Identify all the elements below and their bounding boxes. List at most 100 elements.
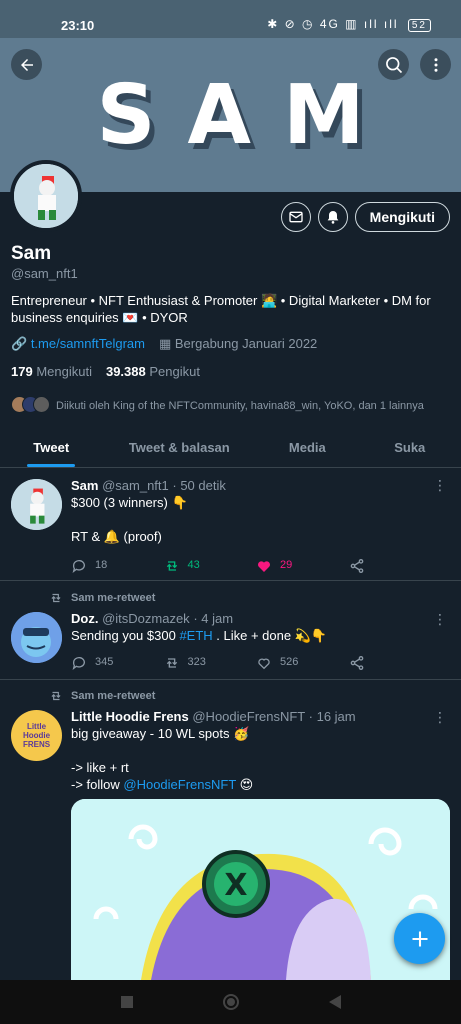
- tab-tweet-replies[interactable]: Tweet & balasan: [102, 428, 256, 467]
- retweet-icon: [51, 691, 61, 701]
- svg-text:X: X: [224, 868, 247, 903]
- compose-tweet-button[interactable]: [394, 913, 445, 964]
- search-button[interactable]: [378, 49, 409, 80]
- status-indicator-icons: ✱ ⊘ ◷ 4G ▥ ıll ıll: [267, 17, 399, 31]
- retweet-icon: [166, 560, 177, 571]
- profile-link[interactable]: t.me/samnftTelgram: [31, 336, 145, 351]
- tweet-time: · 50 detik: [172, 478, 226, 493]
- hoodie-illustration: X: [71, 799, 450, 980]
- tweet-text-part: -> follow: [71, 777, 124, 792]
- profile-name: Sam: [11, 243, 52, 264]
- tweet-media-image[interactable]: X: [71, 799, 450, 980]
- like-button[interactable]: 526: [256, 654, 349, 671]
- tweet-body: Sam @sam_nft1 · 50 detik $300 (3 winners…: [71, 477, 441, 574]
- reply-button[interactable]: 345: [71, 654, 164, 671]
- tweet-text: $300 (3 winners) 👇: [71, 495, 188, 510]
- tweet-time: · 16 jam: [308, 709, 356, 724]
- retweet-context: Sam me-retweet: [49, 591, 155, 605]
- followed-by-row[interactable]: Diikuti oleh King of the NFTCommunity, h…: [11, 396, 424, 416]
- message-button[interactable]: [280, 202, 311, 232]
- retweet-button[interactable]: 43: [164, 557, 257, 574]
- joined-date: Bergabung Januari 2022: [174, 336, 318, 351]
- following-count: 179: [11, 364, 33, 379]
- tweet-avatar[interactable]: Little Hoodie FRENS: [11, 710, 62, 761]
- followers-count: 39.388: [105, 364, 146, 379]
- recents-button[interactable]: [120, 996, 133, 1008]
- tweet-avatar[interactable]: [11, 612, 62, 663]
- tweet-text-part: . Like + done 💫👇: [212, 628, 328, 643]
- tweet-header: Little Hoodie Frens @HoodieFrensNFT · 16…: [71, 708, 441, 725]
- tweet-text: Sending you $300 #ETH . Like + done 💫👇: [71, 627, 441, 644]
- joined-group: ▦ Bergabung Januari 2022: [159, 336, 317, 352]
- tweet-actions: 345 323 526: [71, 654, 441, 671]
- back-button[interactable]: [11, 49, 42, 80]
- retweet-count: 323: [187, 656, 206, 668]
- avatar-illustration: [14, 164, 78, 228]
- share-button[interactable]: [349, 655, 442, 671]
- share-icon: [350, 655, 363, 670]
- tweet-time: · 4 jam: [193, 611, 234, 626]
- more-vertical-icon: [434, 57, 437, 72]
- status-time: 23:10: [61, 18, 95, 33]
- tweet-avatar[interactable]: [11, 479, 62, 530]
- tweet-body: Doz. @itsDozmazek · 4 jam Sending you $3…: [71, 610, 441, 671]
- link-icon: 🔗: [11, 336, 28, 351]
- mutual-avatars: [11, 396, 50, 416]
- like-count: 526: [280, 656, 299, 668]
- tweet-text-part: Sending you $300: [71, 628, 180, 643]
- following-button[interactable]: Mengikuti: [354, 202, 450, 232]
- banner-text: SAM: [96, 68, 397, 163]
- heart-filled-icon: [258, 560, 270, 572]
- tab-media[interactable]: Media: [256, 428, 358, 467]
- followers-count-link[interactable]: 39.388 Pengikut: [106, 364, 200, 379]
- follow-counts: 179 Mengikuti 39.388 Pengikut: [11, 364, 200, 379]
- following-label: Mengikuti: [36, 364, 92, 379]
- retweet-button[interactable]: 323: [164, 654, 257, 671]
- retweet-context-text: Sam me-retweet: [71, 690, 156, 702]
- tab-likes[interactable]: Suka: [359, 428, 461, 467]
- share-button[interactable]: [349, 558, 442, 574]
- tweet-author-name: Doz.: [71, 611, 99, 626]
- arrow-left-icon: [20, 58, 33, 71]
- avatar-illustration: [11, 612, 62, 663]
- overflow-menu-button[interactable]: [420, 49, 451, 80]
- tweet-item[interactable]: Sam me-retweet ⋮ Doz. @itsDozmazek · 4 j…: [0, 582, 461, 680]
- tweet-author-handle: @sam_nft1: [102, 478, 169, 493]
- retweet-context-text: Sam me-retweet: [71, 592, 156, 604]
- hashtag-link[interactable]: #ETH: [179, 628, 212, 643]
- tweet-item[interactable]: ⋮ Sam @sam_nft1 · 50 detik $300 (3 winne…: [0, 469, 461, 581]
- tweet-header: Doz. @itsDozmazek · 4 jam: [71, 610, 441, 627]
- reply-button[interactable]: 18: [71, 557, 164, 574]
- tweet-author-handle: @itsDozmazek: [102, 611, 190, 626]
- following-count-link[interactable]: 179 Mengikuti: [11, 364, 92, 379]
- bell-icon: [327, 211, 338, 224]
- tweet-text: -> like + rt: [71, 760, 129, 775]
- share-icon: [350, 558, 363, 573]
- profile-link-group[interactable]: 🔗 t.me/samnftTelgram: [11, 336, 145, 352]
- tweet-text-part: 😍: [236, 777, 254, 792]
- reply-icon: [72, 559, 85, 573]
- tweet-author-name: Little Hoodie Frens: [71, 709, 189, 724]
- status-bar: 23:10 ✱ ⊘ ◷ 4G ▥ ıll ıll 52: [0, 0, 461, 38]
- profile-avatar[interactable]: [10, 160, 82, 232]
- retweet-icon: [51, 593, 61, 603]
- retweet-count: 43: [187, 559, 200, 571]
- tweet-author-handle: @HoodieFrensNFT: [192, 709, 306, 724]
- notifications-button[interactable]: [317, 202, 348, 232]
- home-dot-icon: [226, 998, 235, 1006]
- profile-tabs: Tweet Tweet & balasan Media Suka: [0, 428, 461, 468]
- plus-icon: [412, 931, 427, 946]
- home-button[interactable]: [222, 994, 239, 1010]
- reply-count: 345: [95, 656, 114, 668]
- tweet-text: -> follow @HoodieFrensNFT 😍: [71, 776, 441, 793]
- tab-tweet[interactable]: Tweet: [0, 428, 102, 467]
- back-nav-button[interactable]: [328, 995, 341, 1009]
- mention-link[interactable]: @HoodieFrensNFT: [123, 777, 236, 792]
- like-count: 29: [280, 559, 293, 571]
- like-button[interactable]: 29: [256, 557, 349, 574]
- profile-actions: Mengikuti: [280, 202, 450, 232]
- tweet-header: Sam @sam_nft1 · 50 detik: [71, 477, 441, 494]
- calendar-icon: ▦: [158, 336, 172, 351]
- system-nav-bar: [0, 980, 461, 1024]
- search-icon: [385, 56, 402, 73]
